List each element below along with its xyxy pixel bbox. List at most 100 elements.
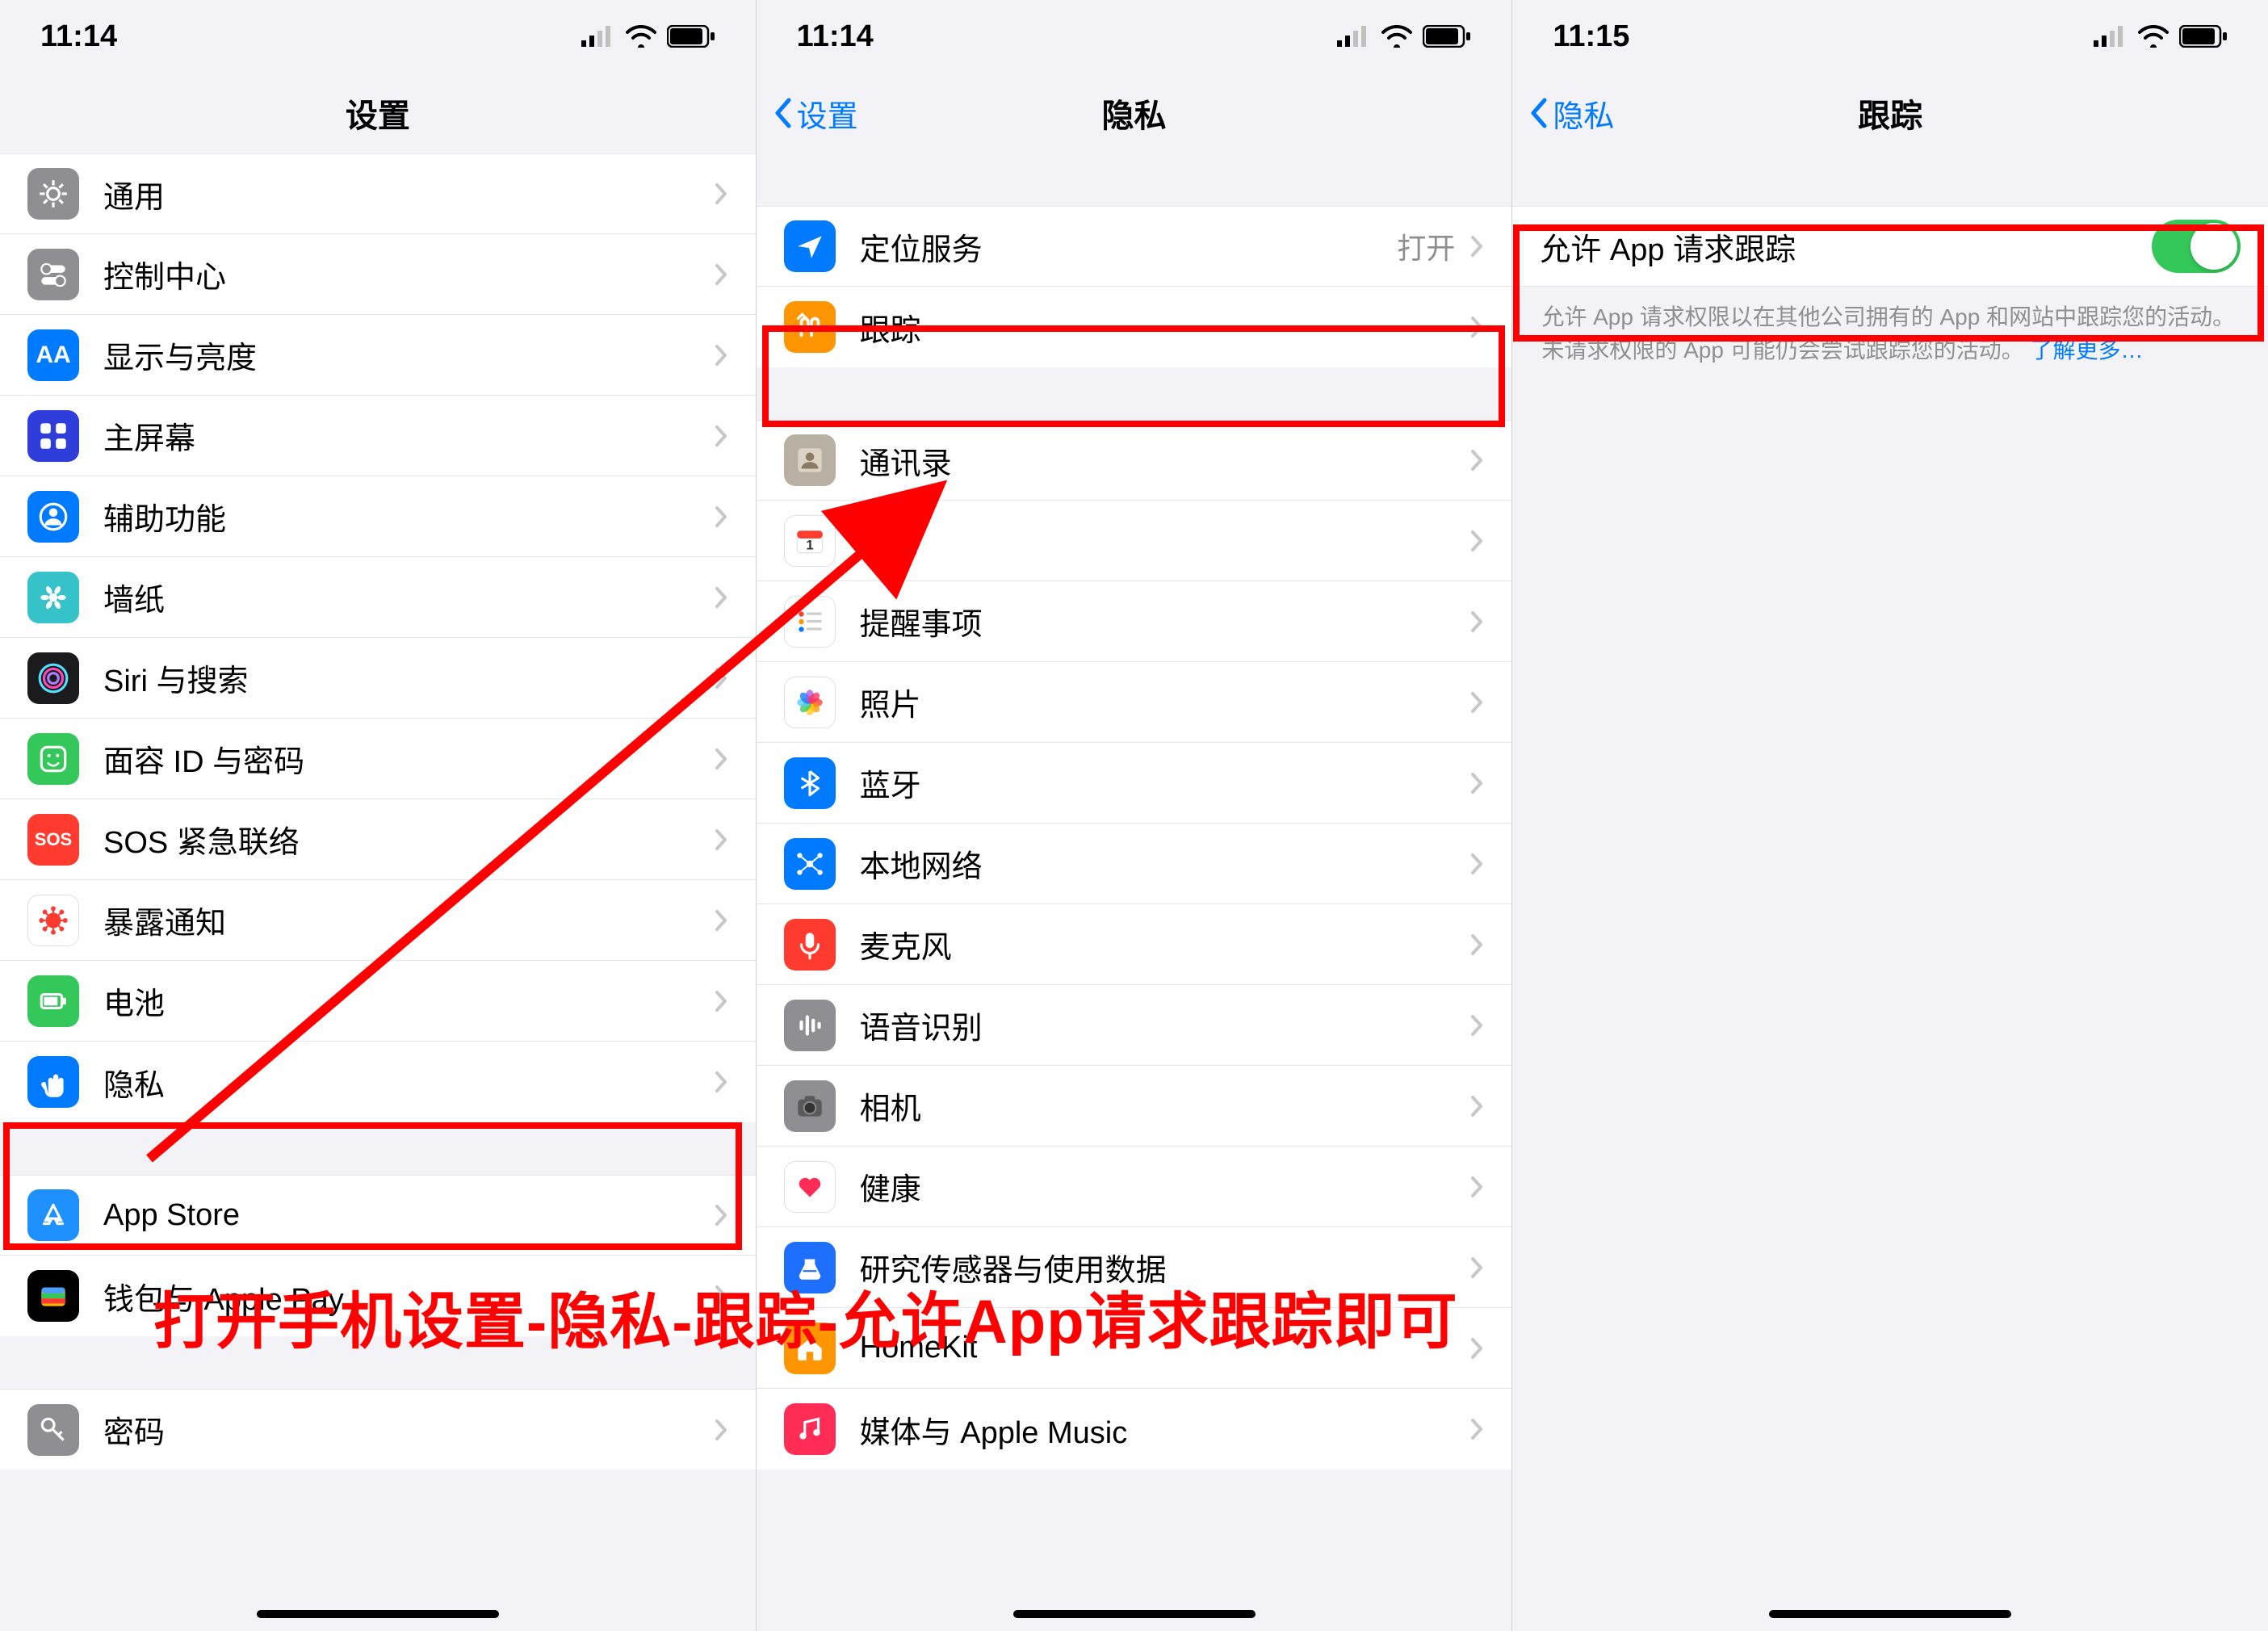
list-item[interactable]: 媒体与 Apple Music xyxy=(757,1389,1512,1470)
nav-header: 设置 xyxy=(0,73,756,153)
SOS-icon: SOS xyxy=(27,814,79,866)
allow-tracking-toggle[interactable] xyxy=(2152,220,2241,273)
list-item[interactable]: 跟踪 xyxy=(757,287,1512,367)
list-item[interactable]: 墙纸 xyxy=(0,557,756,638)
list-item-label: 通用 xyxy=(103,172,714,216)
list-item-label: 辅助功能 xyxy=(103,494,714,539)
instruction-text: 打开手机设置-隐私-跟踪-允许App请求跟踪即可 xyxy=(153,1272,1458,1361)
list-item-label: 提醒事项 xyxy=(860,599,1470,644)
chevron-right-icon xyxy=(1469,315,1484,339)
nav-header: 隐私 跟踪 xyxy=(1512,73,2268,153)
list-item[interactable]: AA 显示与亮度 xyxy=(0,315,756,396)
chevron-right-icon xyxy=(1469,852,1484,876)
home-indicator[interactable] xyxy=(1013,1610,1256,1618)
chevron-right-icon xyxy=(1469,690,1484,715)
chevron-right-icon xyxy=(714,666,728,690)
wifi-icon xyxy=(1381,25,1413,48)
list-item[interactable]: 语音识别 xyxy=(757,985,1512,1066)
chevron-right-icon xyxy=(1469,529,1484,553)
back-button[interactable]: 设置 xyxy=(773,91,858,136)
list-item[interactable]: 相机 xyxy=(757,1066,1512,1147)
back-label: 设置 xyxy=(797,91,858,136)
allow-tracking-row[interactable]: 允许 App 请求跟踪 xyxy=(1512,206,2268,287)
list-item[interactable]: App Store xyxy=(0,1175,756,1256)
status-time: 11:15 xyxy=(1553,19,1629,54)
reminders-icon xyxy=(784,596,836,648)
home-indicator[interactable] xyxy=(1769,1610,2011,1618)
list-item[interactable]: SOS SOS 紧急联络 xyxy=(0,799,756,880)
list-item[interactable]: 控制中心 xyxy=(0,234,756,315)
list-item[interactable]: 隐私 xyxy=(0,1042,756,1122)
list-item-label: 媒体与 Apple Music xyxy=(860,1407,1470,1452)
chevron-right-icon xyxy=(714,343,728,367)
health-icon xyxy=(784,1161,836,1213)
back-label: 隐私 xyxy=(1553,91,1614,136)
list-item[interactable]: 蓝牙 xyxy=(757,743,1512,824)
list-item-label: 通讯录 xyxy=(860,438,1470,483)
key-icon xyxy=(27,1404,79,1456)
list-item[interactable]: 提醒事项 xyxy=(757,581,1512,662)
list-item-label: 语音识别 xyxy=(860,1003,1470,1047)
chevron-right-icon xyxy=(1469,1094,1484,1118)
switches-icon xyxy=(27,249,79,300)
list-item-label: Siri 与搜索 xyxy=(103,656,714,700)
faceid-icon xyxy=(27,733,79,785)
list-item[interactable]: Siri 与搜索 xyxy=(0,638,756,719)
toggle-label: 允许 App 请求跟踪 xyxy=(1540,224,2152,269)
list-item-label: 主屏幕 xyxy=(103,413,714,458)
chevron-right-icon xyxy=(1469,234,1484,258)
list-item[interactable]: 暴露通知 xyxy=(0,880,756,961)
list-item-label: 照片 xyxy=(860,680,1470,724)
list-item-label: 控制中心 xyxy=(103,252,714,296)
tracking-footer: 允许 App 请求权限以在其他公司拥有的 App 和网站中跟踪您的活动。未请求权… xyxy=(1512,287,2268,381)
list-item[interactable]: 主屏幕 xyxy=(0,396,756,476)
settings-list[interactable]: 通用 控制中心 AA 显示与亮度 主屏幕 辅助功能 墙纸 Siri 与搜索 面容… xyxy=(0,153,756,1631)
cellular-icon xyxy=(1337,26,1371,47)
list-item[interactable]: 1 日历 xyxy=(757,501,1512,581)
contacts-icon xyxy=(784,434,836,486)
list-item-label: SOS 紧急联络 xyxy=(103,817,714,862)
gear-icon xyxy=(27,168,79,220)
chevron-right-icon xyxy=(714,585,728,610)
list-item[interactable]: 电池 xyxy=(0,961,756,1042)
list-item-label: 麦克风 xyxy=(860,922,1470,966)
network-icon xyxy=(784,838,836,890)
speech-icon xyxy=(784,1000,836,1051)
list-item[interactable]: 密码 xyxy=(0,1389,756,1470)
chevron-right-icon xyxy=(1469,610,1484,634)
music-icon xyxy=(784,1403,836,1455)
nav-title: 隐私 xyxy=(1102,90,1167,136)
wallet-icon xyxy=(27,1270,79,1322)
location-icon xyxy=(784,220,836,272)
list-item[interactable]: 本地网络 xyxy=(757,824,1512,904)
back-button[interactable]: 隐私 xyxy=(1528,91,1614,136)
nav-title: 设置 xyxy=(346,90,410,136)
list-item[interactable]: 定位服务 打开 xyxy=(757,206,1512,287)
chevron-left-icon xyxy=(773,97,795,129)
list-item[interactable]: 麦克风 xyxy=(757,904,1512,985)
chevron-right-icon xyxy=(1469,1417,1484,1441)
chevron-right-icon xyxy=(1469,448,1484,472)
learn-more-link[interactable]: 了解更多… xyxy=(2031,338,2144,363)
privacy-list[interactable]: 定位服务 打开 跟踪 通讯录 1 日历 提醒事项 照片 蓝牙 本地网络 麦克风 xyxy=(757,153,1512,1631)
battery-icon xyxy=(1423,25,1471,48)
list-item-label: 蓝牙 xyxy=(860,761,1470,805)
chevron-right-icon xyxy=(714,1070,728,1094)
battery-icon xyxy=(667,25,715,48)
home-indicator[interactable] xyxy=(257,1610,499,1618)
chevron-right-icon xyxy=(1469,1175,1484,1199)
list-item-label: App Store xyxy=(103,1198,714,1233)
list-item[interactable]: 照片 xyxy=(757,662,1512,743)
battery-icon xyxy=(27,975,79,1027)
camera-icon xyxy=(784,1080,836,1132)
list-item[interactable]: 健康 xyxy=(757,1147,1512,1227)
list-item-label: 跟踪 xyxy=(860,305,1470,350)
list-item[interactable]: 辅助功能 xyxy=(0,476,756,557)
list-item[interactable]: 通讯录 xyxy=(757,420,1512,501)
status-time: 11:14 xyxy=(797,19,874,54)
status-time: 11:14 xyxy=(40,19,117,54)
list-item[interactable]: 通用 xyxy=(0,153,756,234)
list-item[interactable]: 面容 ID 与密码 xyxy=(0,719,756,799)
chevron-right-icon xyxy=(714,424,728,448)
chevron-right-icon xyxy=(1469,771,1484,795)
